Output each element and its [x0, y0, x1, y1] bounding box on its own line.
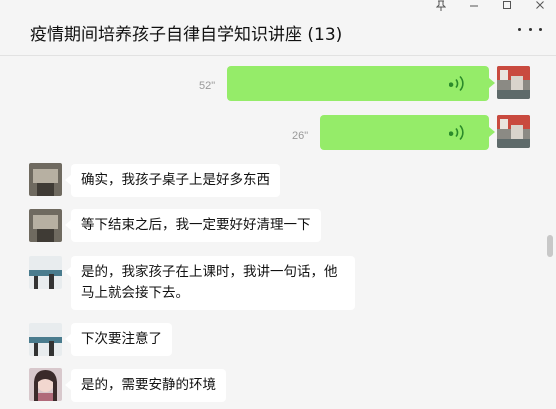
message-bubble: 确实，我孩子桌子上是好多东西 — [65, 164, 280, 197]
avatar[interactable] — [29, 163, 62, 196]
voice-message[interactable] — [320, 115, 495, 150]
message-bubble: 是的，需要安静的环境 — [65, 369, 226, 402]
message-list: 52" 26" 确实，我孩子桌子上是好多东西 等下结束之后，我一定要好好清理一下… — [0, 57, 556, 409]
voice-duration: 26" — [292, 130, 309, 142]
more-icon[interactable] — [518, 22, 542, 36]
voice-wave-icon — [449, 75, 464, 92]
close-icon[interactable] — [523, 0, 556, 14]
minimize-icon[interactable] — [457, 0, 490, 14]
chat-title: 疫情期间培养孩子自律自学知识讲座 (13) — [30, 25, 343, 45]
pin-icon[interactable] — [424, 0, 457, 14]
maximize-icon[interactable] — [490, 0, 523, 14]
window-controls — [424, 0, 556, 14]
avatar[interactable] — [29, 323, 62, 356]
voice-wave-icon — [449, 124, 464, 141]
chat-window: 疫情期间培养孩子自律自学知识讲座 (13) 52" 26" 确实，我孩子桌子上是… — [0, 0, 556, 409]
title-bar: 疫情期间培养孩子自律自学知识讲座 (13) — [0, 0, 556, 56]
message-bubble: 是的，我家孩子在上课时，我讲一句话，他马上就会接下去。 — [65, 256, 355, 310]
scrollbar-thumb[interactable] — [547, 235, 553, 257]
voice-message[interactable] — [227, 66, 495, 101]
avatar[interactable] — [29, 368, 62, 401]
message-bubble: 等下结束之后，我一定要好好清理一下 — [65, 209, 321, 242]
avatar[interactable] — [29, 256, 62, 289]
avatar[interactable] — [497, 115, 530, 148]
message-bubble: 下次要注意了 — [65, 323, 172, 356]
avatar[interactable] — [29, 209, 62, 242]
avatar[interactable] — [497, 66, 530, 99]
voice-duration: 52" — [199, 80, 216, 92]
